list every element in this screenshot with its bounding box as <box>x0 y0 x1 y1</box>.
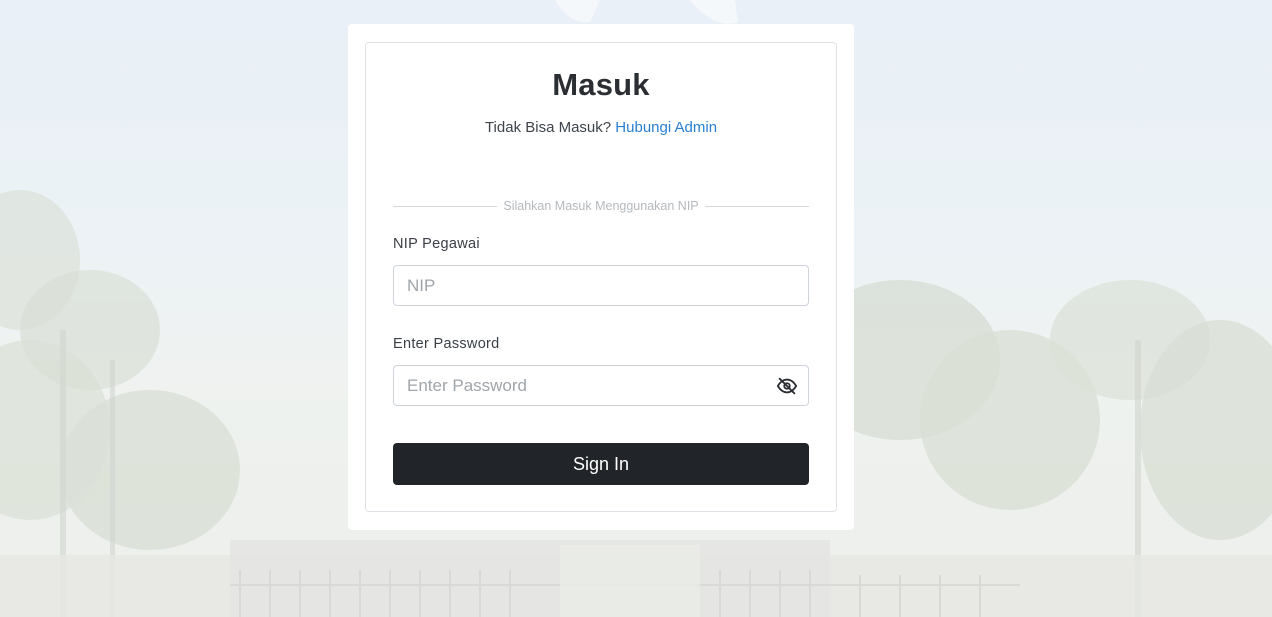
password-input[interactable] <box>393 365 809 406</box>
divider-line-left <box>393 205 498 207</box>
help-text: Tidak Bisa Masuk? Hubungi Admin <box>366 119 836 136</box>
eye-slash-icon[interactable] <box>776 375 798 397</box>
page-title: Masuk <box>552 67 650 102</box>
divider-text: Silahkan Masuk Menggunakan NIP <box>503 199 699 213</box>
password-label: Enter Password <box>393 336 500 352</box>
sign-in-button[interactable]: Sign In <box>393 443 809 485</box>
divider: Silahkan Masuk Menggunakan NIP <box>393 198 810 214</box>
help-text-label: Tidak Bisa Masuk? <box>484 119 612 136</box>
contact-admin-link[interactable]: Hubungi Admin <box>615 119 717 136</box>
divider-line-right <box>704 205 810 207</box>
nip-input[interactable] <box>393 265 809 306</box>
login-card-body: Masuk Tidak Bisa Masuk? Hubungi Admin Si… <box>365 42 837 512</box>
nip-label: NIP Pegawai <box>393 236 480 252</box>
login-card: Masuk Tidak Bisa Masuk? Hubungi Admin Si… <box>348 24 854 530</box>
